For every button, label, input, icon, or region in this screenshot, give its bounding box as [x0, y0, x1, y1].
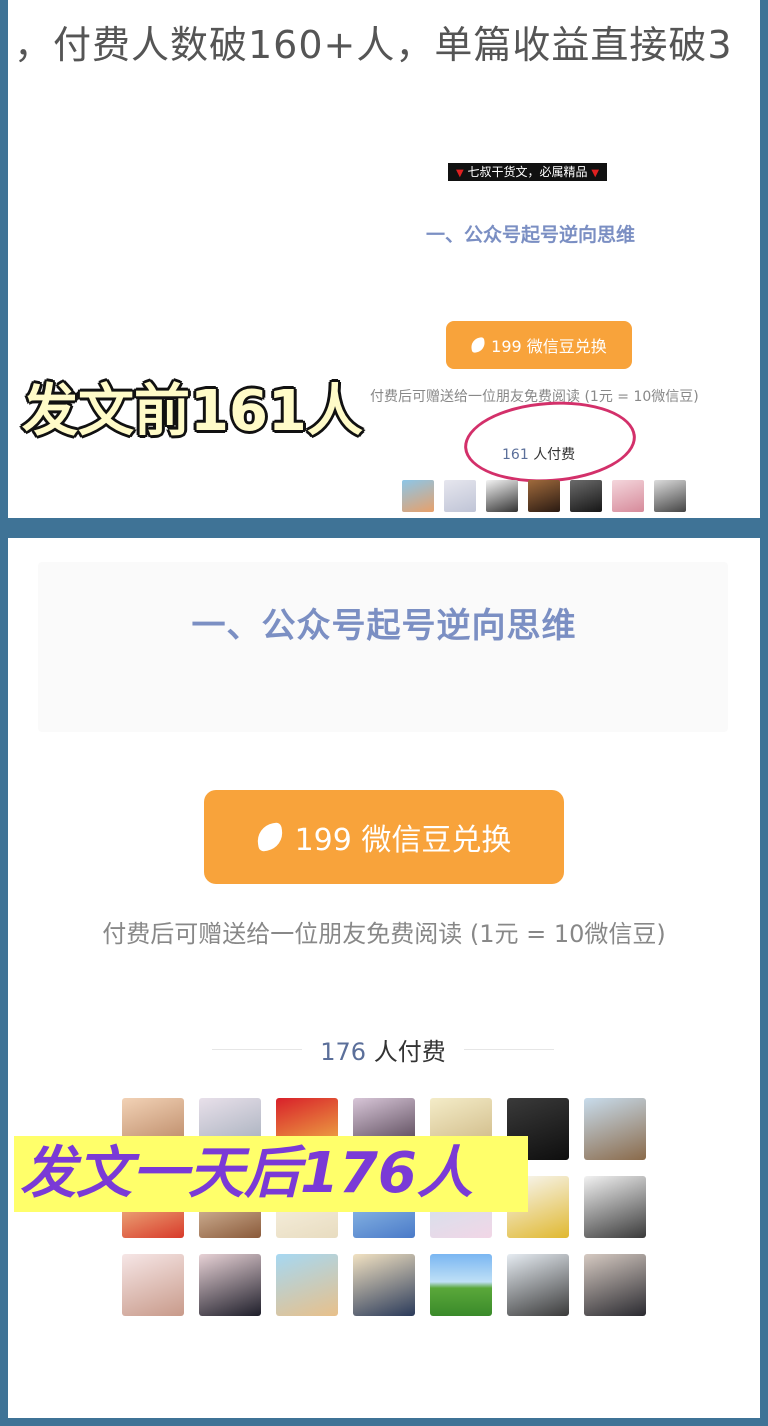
avatar — [353, 1254, 415, 1316]
bottom-screenshot-panel: 一、公众号起号逆向思维 199 微信豆兑换 付费后可赠送给一位朋友免费阅读 (1… — [8, 538, 760, 1418]
avatar — [276, 1254, 338, 1316]
avatar — [402, 480, 434, 512]
section-title: 一、公众号起号逆向思维 — [426, 224, 636, 246]
highlight-tag-label: 七叔干货文，必属精品 — [467, 165, 588, 179]
after-caption: 发文一天后176人 — [14, 1136, 528, 1212]
paid-count-number: 161 — [502, 447, 529, 463]
avatar — [122, 1254, 184, 1316]
triangle-icon: ▼ — [456, 168, 464, 179]
avatar — [199, 1254, 261, 1316]
paid-count-suffix: 人付费 — [533, 447, 576, 463]
paid-count-row: 176 人付费 — [188, 1032, 578, 1067]
paid-count: 176 人付费 — [320, 1032, 445, 1067]
section-title: 一、公众号起号逆向思维 — [191, 606, 577, 646]
top-screenshot-panel: ，付费人数破160+人，单篇收益直接破3 ▼ 七叔干货文，必属精品 ▼ 一、公众… — [8, 0, 760, 518]
blurred-background — [38, 562, 728, 732]
triangle-icon: ▼ — [591, 168, 600, 179]
wechat-bean-icon — [470, 336, 487, 354]
article-headline: ，付费人数破160+人，单篇收益直接破3 — [14, 23, 733, 67]
paid-count-suffix: 人付费 — [373, 1038, 446, 1066]
avatar — [570, 480, 602, 512]
before-caption: 发文前161人 — [22, 379, 363, 444]
avatar — [507, 1254, 569, 1316]
payer-avatar-row — [402, 480, 686, 512]
avatar — [654, 480, 686, 512]
avatar — [584, 1098, 646, 1160]
exchange-button[interactable]: 199 微信豆兑换 — [204, 790, 564, 884]
divider-line — [463, 1049, 554, 1050]
highlight-tag: ▼ 七叔干货文，必属精品 ▼ — [448, 163, 608, 181]
paid-count: 161 人付费 — [502, 444, 575, 464]
avatar — [430, 1254, 492, 1316]
wechat-bean-icon — [254, 821, 285, 853]
avatar — [584, 1176, 646, 1238]
gift-note: 付费后可赠送给一位朋友免费阅读 (1元 = 10微信豆) — [102, 920, 666, 948]
exchange-button-label: 199 微信豆兑换 — [491, 337, 607, 356]
avatar — [584, 1254, 646, 1316]
exchange-button[interactable]: 199 微信豆兑换 — [446, 321, 632, 369]
divider-line — [212, 1049, 303, 1050]
highlight-circle — [461, 396, 639, 488]
avatar — [612, 480, 644, 512]
avatar — [486, 480, 518, 512]
exchange-button-label: 199 微信豆兑换 — [294, 823, 512, 858]
avatar — [444, 480, 476, 512]
avatar — [528, 480, 560, 512]
paid-count-number: 176 — [320, 1038, 367, 1066]
